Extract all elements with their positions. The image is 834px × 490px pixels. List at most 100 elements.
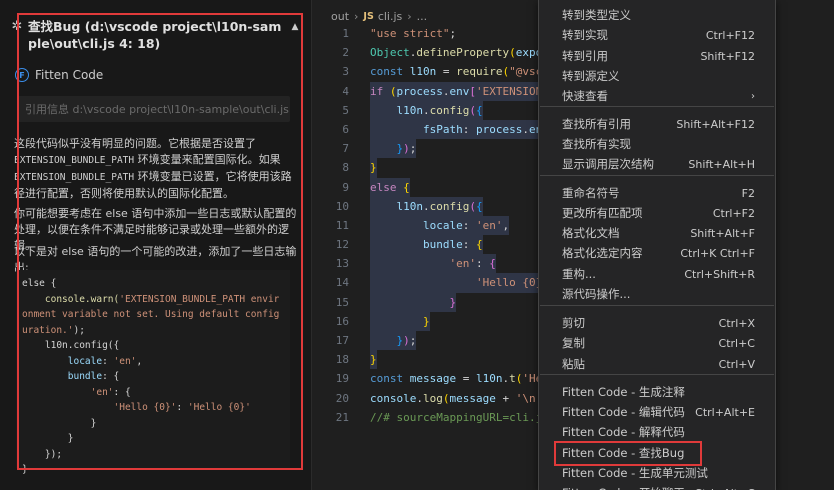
code-token: message [409,372,457,386]
code-token: [ [469,84,476,98]
menu-item-9[interactable]: 重命名符号 F2 [539,183,775,203]
menu-item-22[interactable]: Fitten Code - 生成单元测试 [539,463,775,483]
menu-item-label: 查找所有引用 [562,117,631,131]
menu-item-5[interactable]: 快速查看 › [539,86,775,106]
code-token: ) [403,142,410,156]
breadcrumb-folder[interactable]: out [331,10,349,23]
line-content[interactable]: bundle: { [370,235,483,255]
menu-item-7[interactable]: 查找所有实现 [539,134,775,154]
menu-item-15[interactable]: 剪切 Ctrl+X [539,313,775,333]
menu-item-20[interactable]: Fitten Code - 解释代码 [539,422,775,442]
menu-item-shortcut: Ctrl+K Ctrl+F [680,246,755,260]
code-token: l10n [396,199,424,213]
line-content[interactable]: const l10n = require("@vscode [370,62,562,81]
menu-item-3[interactable]: 转到引用 Shift+F12 [539,46,775,66]
menu-item-2[interactable]: 转到实现 Ctrl+F12 [539,25,775,45]
para-text: 环境变量来配置国际化。如果 [134,153,281,166]
menu-item-4[interactable]: 转到源定义 [539,66,775,86]
menu-item-6[interactable]: 查找所有引用 Shift+Alt+F12 [539,114,775,134]
line-number: 11 [335,218,349,232]
collapse-arrow-icon[interactable]: ▲ [288,22,302,32]
line-number: 7 [342,142,349,156]
menu-item-18[interactable]: Fitten Code - 生成注释 [539,382,775,402]
line-content[interactable]: }); [370,331,417,351]
menu-item-label: 转到类型定义 [562,8,631,22]
line-content[interactable]: } [370,292,457,312]
line-content[interactable]: } [370,158,377,178]
menu-separator [540,175,774,176]
code-token: t [509,372,516,386]
menu-item-label: Fitten Code - 查找Bug [562,446,685,460]
menu-item-shortcut: Shift+Alt+F [690,226,755,240]
code-token: { [476,199,483,213]
line-content[interactable]: } [370,350,377,370]
reference-info[interactable]: 引用信息 d:\vscode project\l10n-sample\out\c… [17,96,290,122]
fitten-chat-panel: ✲ 查找Bug (d:\vscode project\l10n-sample\o… [0,0,312,490]
menu-item-shortcut: Shift+Alt+H [688,157,755,171]
menu-item-label: 重命名符号 [562,186,620,200]
menu-item-label: 查找所有实现 [562,137,631,151]
menu-item-shortcut: Ctrl+Alt+C [694,487,755,490]
menu-item-13[interactable]: 重构... Ctrl+Shift+R [539,264,775,284]
menu-item-19[interactable]: Fitten Code - 编辑代码 Ctrl+Alt+E [539,402,775,422]
code-token: log [422,391,443,405]
code-token: { [476,103,483,117]
line-content[interactable]: else { [370,177,410,197]
code-token: } [422,314,430,328]
menu-item-12[interactable]: 格式化选定内容 Ctrl+K Ctrl+F [539,243,775,263]
menu-item-10[interactable]: 更改所有匹配项 Ctrl+F2 [539,203,775,223]
menu-item-shortcut: Shift+Alt+F12 [676,117,755,131]
line-number: 12 [335,238,349,252]
code-token: bundle [422,238,463,252]
code-token: 'en' [22,386,114,398]
line-content[interactable]: }); [370,139,417,159]
menu-item-shortcut: Ctrl+Shift+R [684,267,755,281]
code-line: 'Hello {0}': 'Hello {0}' [113,402,251,413]
code-token: l10n [475,372,503,386]
code-line: }); [22,447,284,463]
line-content[interactable]: const message = l10n.t('Hell [370,369,555,388]
code-token: 'Hello {0}' [113,402,177,413]
menu-separator [540,374,774,375]
menu-item-1[interactable]: 转到类型定义 [539,5,775,25]
code-token: ) [403,334,410,347]
menu-item-label: 剪切 [562,316,585,330]
menu-item-16[interactable]: 复制 Ctrl+C [539,333,775,353]
code-token: } [22,433,74,444]
line-content[interactable]: 'en': { [370,254,496,274]
code-line: l10n.config({ [22,338,284,354]
line-content[interactable]: locale: 'en', [370,215,510,236]
line-content[interactable]: console.log(message + '\n'); [370,389,555,408]
line-content[interactable]: //# sourceMappingURL=cli.js. [370,408,555,427]
menu-item-label: 重构... [562,267,596,281]
breadcrumb-symbol[interactable]: ... [417,10,428,23]
code-token: fsPath [422,122,463,136]
code-token: locale [422,218,463,232]
chat-header[interactable]: ✲ 查找Bug (d:\vscode project\l10n-sample\o… [10,18,302,52]
code-token: env [449,84,470,98]
code-token: { [403,180,410,194]
line-number: 4 [342,84,349,98]
line-content[interactable]: Object.defineProperty(exports [370,43,562,62]
menu-item-8[interactable]: 显示调用层次结构 Shift+Alt+H [539,154,775,174]
line-content[interactable]: } [370,311,430,332]
line-content[interactable]: "use strict"; [370,24,456,43]
menu-item-17[interactable]: 粘贴 Ctrl+V [539,354,775,374]
menu-item-23[interactable]: Fitten Code - 开始聊天Ctrl+Alt+C [539,483,775,490]
line-content[interactable]: l10n.config({ [370,196,483,216]
menu-item-14[interactable]: 源代码操作... [539,284,775,304]
line-content[interactable]: if (process.env['EXTENSION_B [370,81,556,101]
code-token: config [429,199,470,213]
menu-item-21[interactable]: Fitten Code - 查找Bug [539,443,775,463]
breadcrumb-file[interactable]: cli.js [378,10,402,23]
line-number: 18 [335,353,349,367]
code-token: } [370,353,377,367]
code-token: if [370,84,384,98]
line-content[interactable]: 'Hello {0}': [370,273,556,293]
line-content[interactable]: fsPath: process.env[ [370,119,556,140]
line-content[interactable]: l10n.config({ [370,100,483,120]
code-token: } [370,161,377,175]
code-line: locale: 'en', [22,355,143,367]
menu-item-11[interactable]: 格式化文档 Shift+Alt+F [539,223,775,243]
menu-item-shortcut: Ctrl+Alt+E [695,405,755,419]
